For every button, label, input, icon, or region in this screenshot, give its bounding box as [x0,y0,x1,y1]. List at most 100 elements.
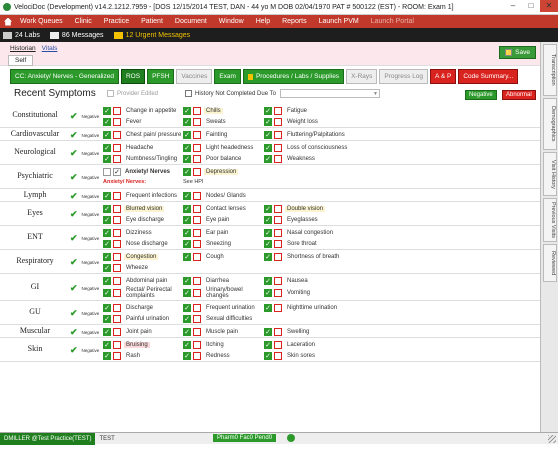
tab-8[interactable]: A & P [430,69,457,84]
negative-checkbox[interactable]: ✓ [103,154,111,163]
abnormal-checkbox[interactable] [274,215,282,224]
negative-checkbox[interactable]: ✓ [103,239,111,248]
maximize-icon[interactable]: □ [522,0,540,12]
negative-checkbox[interactable]: ✓ [183,276,191,285]
negative-checkbox[interactable]: ✓ [103,130,111,139]
negative-checkbox[interactable]: ✓ [264,276,272,285]
negative-checkbox[interactable]: ✓ [264,252,272,261]
system-negative-toggle[interactable]: ✔ Negative [70,130,99,141]
abnormal-checkbox[interactable] [193,351,201,360]
system-negative-toggle[interactable]: ✔ Negative [70,148,99,159]
negative-checkbox[interactable]: ✓ [103,117,111,126]
system-negative-toggle[interactable]: ✔ Negative [70,283,99,294]
negative-checkbox[interactable]: ✓ [103,215,111,224]
negative-checkbox[interactable]: ✓ [183,154,191,163]
tab-6[interactable]: X-Rays [346,69,378,84]
tab-5[interactable]: Procedures / Labs / Supplies [242,69,345,84]
menu-window[interactable]: Window [213,18,250,25]
history-not-completed-checkbox[interactable]: History Not Completed Due To [185,90,276,97]
negative-checkbox[interactable]: ✓ [183,252,191,261]
negative-checkbox[interactable]: ✓ [103,351,111,360]
menu-help[interactable]: Help [250,18,276,25]
system-negative-toggle[interactable]: ✔ Negative [70,345,99,356]
abnormal-button[interactable]: Abnormal [502,90,536,100]
negative-checkbox[interactable]: ✓ [183,327,191,336]
abnormal-checkbox[interactable] [113,303,121,312]
abnormal-checkbox[interactable] [113,252,121,261]
negative-checkbox[interactable]: ✓ [103,252,111,261]
negative-checkbox[interactable]: ✓ [103,327,111,336]
negative-checkbox[interactable]: ✓ [264,303,272,312]
abnormal-checkbox[interactable] [193,154,201,163]
abnormal-checkbox[interactable] [193,130,201,139]
negative-checkbox[interactable]: ✓ [183,191,191,200]
negative-checkbox[interactable]: ✓ [103,228,111,237]
menu-work-queues[interactable]: Work Queues [14,18,69,25]
abnormal-checkbox[interactable] [113,340,121,349]
negative-checkbox[interactable]: ✓ [264,288,272,297]
negative-checkbox[interactable]: ✓ [103,314,111,323]
negative-checkbox[interactable]: ✓ [183,215,191,224]
historian-tab[interactable]: Historian [10,45,36,52]
abnormal-checkbox[interactable] [193,327,201,336]
abnormal-checkbox[interactable]: ✓ [113,167,121,176]
urgent-messages-indicator[interactable]: 12 Urgent Messages [113,31,190,39]
menu-patient[interactable]: Patient [135,18,169,25]
negative-checkbox[interactable]: ✓ [183,130,191,139]
menu-practice[interactable]: Practice [98,18,135,25]
tab-2[interactable]: PFSH [147,69,175,84]
abnormal-checkbox[interactable] [274,130,282,139]
abnormal-checkbox[interactable] [113,215,121,224]
tab-9[interactable]: Code Summary... [458,69,519,84]
system-negative-toggle[interactable]: ✔ Negative [70,257,99,268]
abnormal-checkbox[interactable] [113,154,121,163]
abnormal-checkbox[interactable] [193,228,201,237]
abnormal-checkbox[interactable] [193,167,201,176]
menu-launch-pvm[interactable]: Launch PVM [313,18,365,25]
abnormal-checkbox[interactable] [193,288,201,297]
historian-value[interactable]: Self [8,55,34,66]
history-reason-dropdown[interactable]: ▼ [280,89,380,98]
abnormal-checkbox[interactable] [274,276,282,285]
tab-0[interactable]: CC: Anxiety/ Nerves - Generalized [10,69,119,84]
abnormal-checkbox[interactable] [274,239,282,248]
abnormal-checkbox[interactable] [113,288,121,297]
negative-checkbox[interactable]: ✓ [264,228,272,237]
menu-document[interactable]: Document [169,18,213,25]
negative-checkbox[interactable]: ✓ [183,106,191,115]
negative-checkbox[interactable]: ✓ [264,215,272,224]
abnormal-checkbox[interactable] [193,314,201,323]
negative-checkbox[interactable]: ✓ [264,239,272,248]
negative-checkbox[interactable]: ✓ [183,288,191,297]
abnormal-checkbox[interactable] [113,239,121,248]
negative-checkbox[interactable]: ✓ [264,106,272,115]
abnormal-checkbox[interactable] [274,154,282,163]
negative-checkbox[interactable]: ✓ [183,239,191,248]
negative-checkbox[interactable]: ✓ [103,204,111,213]
negative-checkbox[interactable]: ✓ [183,117,191,126]
rail-tab-1[interactable]: Demographics [543,98,557,150]
abnormal-checkbox[interactable] [274,252,282,261]
negative-checkbox[interactable]: ✓ [103,143,111,152]
abnormal-checkbox[interactable] [113,191,121,200]
abnormal-checkbox[interactable] [193,106,201,115]
negative-checkbox[interactable]: ✓ [264,340,272,349]
negative-checkbox[interactable]: ✓ [264,143,272,152]
negative-button[interactable]: Negative [465,90,497,100]
home-icon[interactable] [4,17,12,26]
abnormal-checkbox[interactable] [113,228,121,237]
system-negative-toggle[interactable]: ✔ Negative [70,209,99,220]
abnormal-checkbox[interactable] [113,314,121,323]
abnormal-checkbox[interactable] [274,106,282,115]
negative-checkbox[interactable]: ✓ [183,167,191,176]
negative-checkbox[interactable]: ✓ [264,130,272,139]
abnormal-checkbox[interactable] [193,303,201,312]
system-negative-toggle[interactable]: ✔ Negative [70,233,99,244]
negative-checkbox[interactable]: ✓ [264,327,272,336]
abnormal-checkbox[interactable] [193,340,201,349]
minimize-icon[interactable]: – [504,0,522,12]
system-negative-toggle[interactable]: ✔ Negative [70,308,99,319]
negative-checkbox[interactable]: ✓ [183,351,191,360]
abnormal-checkbox[interactable] [113,276,121,285]
abnormal-checkbox[interactable] [193,276,201,285]
